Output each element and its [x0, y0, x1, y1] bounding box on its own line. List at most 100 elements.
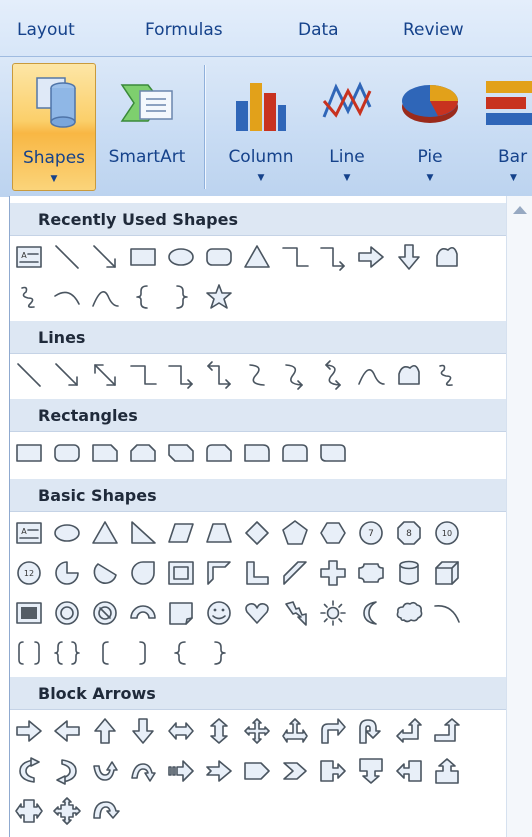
cube-shape-icon[interactable]	[428, 553, 466, 593]
rounded-rectangle-shape-icon[interactable]	[48, 433, 86, 473]
line-shape-icon[interactable]	[48, 237, 86, 277]
half-frame-shape-icon[interactable]	[200, 553, 238, 593]
diagonal-stripe-shape-icon[interactable]	[276, 553, 314, 593]
elbow-connector-shape-icon[interactable]	[276, 237, 314, 277]
folded-corner-shape-icon[interactable]	[162, 593, 200, 633]
cloud-shape-icon[interactable]	[390, 593, 428, 633]
donut-shape-icon[interactable]	[48, 593, 86, 633]
tab-formulas[interactable]: Formulas	[145, 20, 223, 40]
sun-shape-icon[interactable]	[314, 593, 352, 633]
rounded-rectangle-shape-icon[interactable]	[200, 237, 238, 277]
snip-round-rectangle-shape-icon[interactable]	[200, 433, 238, 473]
round-diagonal-corner-rectangle-shape-icon[interactable]	[314, 433, 352, 473]
left-arrow-callout-shape-icon[interactable]	[390, 751, 428, 791]
double-bracket-shape-icon[interactable]	[10, 633, 48, 673]
left-arrow-shape-icon[interactable]	[48, 711, 86, 751]
snip-diagonal-corner-rectangle-shape-icon[interactable]	[162, 433, 200, 473]
freeform-shape-icon[interactable]	[390, 355, 428, 395]
left-bracket-shape-icon[interactable]	[86, 633, 124, 673]
double-arrow-line-shape-icon[interactable]	[86, 355, 124, 395]
right-arrow-shape-icon[interactable]	[352, 237, 390, 277]
arrow-line-shape-icon[interactable]	[48, 355, 86, 395]
rectangle-shape-icon[interactable]	[124, 237, 162, 277]
left-up-arrow-shape-icon[interactable]	[390, 711, 428, 751]
triangle-shape-icon[interactable]	[238, 237, 276, 277]
u-turn-arrow-shape-icon[interactable]	[352, 711, 390, 751]
up-down-arrow-shape-icon[interactable]	[200, 711, 238, 751]
right-brace-shape-icon[interactable]	[200, 633, 238, 673]
pie-shape-icon[interactable]	[48, 553, 86, 593]
cross-shape-icon[interactable]	[314, 553, 352, 593]
heart-shape-icon[interactable]	[238, 593, 276, 633]
tab-review[interactable]: Review	[403, 20, 464, 40]
left-brace-shape-icon[interactable]	[162, 633, 200, 673]
up-arrow-shape-icon[interactable]	[86, 711, 124, 751]
curved-up-arrow-shape-icon[interactable]	[86, 751, 124, 791]
no-symbol-shape-icon[interactable]	[86, 593, 124, 633]
quad-arrow-shape-icon[interactable]	[238, 711, 276, 751]
oval-shape-icon[interactable]	[162, 237, 200, 277]
line-shape-icon[interactable]	[10, 355, 48, 395]
line-chart-button[interactable]: Line ▼	[310, 63, 384, 191]
right-triangle-shape-icon[interactable]	[124, 513, 162, 553]
elbow-arrow-connector-shape-icon[interactable]	[314, 237, 352, 277]
arc-shape-icon[interactable]	[428, 593, 466, 633]
heptagon-shape-icon[interactable]: 7	[352, 513, 390, 553]
chord-shape-icon[interactable]	[86, 553, 124, 593]
text-box-shape-icon[interactable]: A	[10, 237, 48, 277]
bent-arrow-shape-icon[interactable]	[314, 711, 352, 751]
right-arrow-shape-icon[interactable]	[10, 711, 48, 751]
curved-connector-shape-icon[interactable]	[238, 355, 276, 395]
bent-up-arrow-shape-icon[interactable]	[428, 711, 466, 751]
column-chart-button[interactable]: Column ▼	[216, 63, 306, 191]
elbow-connector-shape-icon[interactable]	[124, 355, 162, 395]
circular-arrow-shape-icon[interactable]	[86, 791, 124, 831]
star-shape-icon[interactable]	[200, 277, 238, 317]
left-right-arrow-shape-icon[interactable]	[162, 711, 200, 751]
curved-arrow-connector-shape-icon[interactable]	[276, 355, 314, 395]
tab-layout[interactable]: Layout	[17, 20, 75, 40]
shapes-button[interactable]: Shapes ▼	[12, 63, 96, 191]
bar-chart-button[interactable]: Bar ▼	[476, 63, 532, 191]
right-brace-shape-icon[interactable]	[162, 277, 200, 317]
pentagon-shape-icon[interactable]	[276, 513, 314, 553]
elbow-arrow-connector-shape-icon[interactable]	[162, 355, 200, 395]
frame-shape-icon[interactable]	[162, 553, 200, 593]
double-brace-shape-icon[interactable]	[48, 633, 86, 673]
round-same-side-corner-rectangle-shape-icon[interactable]	[276, 433, 314, 473]
lightning-bolt-shape-icon[interactable]	[276, 593, 314, 633]
bevel-shape-icon[interactable]	[10, 593, 48, 633]
tab-data[interactable]: Data	[298, 20, 339, 40]
down-arrow-shape-icon[interactable]	[390, 237, 428, 277]
dodecagon-shape-icon[interactable]: 12	[10, 553, 48, 593]
quad-arrow-callout-shape-icon[interactable]	[48, 791, 86, 831]
scribble-shape-icon[interactable]	[428, 355, 466, 395]
trapezoid-shape-icon[interactable]	[200, 513, 238, 553]
oval-shape-icon[interactable]	[48, 513, 86, 553]
decagon-shape-icon[interactable]: 10	[428, 513, 466, 553]
curved-down-arrow-shape-icon[interactable]	[124, 751, 162, 791]
pentagon-arrow-shape-icon[interactable]	[238, 751, 276, 791]
freeform-shape-icon[interactable]	[428, 237, 466, 277]
curved-double-arrow-connector-shape-icon[interactable]	[314, 355, 352, 395]
snip-single-corner-rectangle-shape-icon[interactable]	[86, 433, 124, 473]
curve-shape-icon[interactable]	[86, 277, 124, 317]
up-arrow-callout-shape-icon[interactable]	[428, 751, 466, 791]
curved-right-arrow-shape-icon[interactable]	[10, 751, 48, 791]
pie-chart-button[interactable]: Pie ▼	[390, 63, 470, 191]
can-shape-icon[interactable]	[390, 553, 428, 593]
left-brace-shape-icon[interactable]	[124, 277, 162, 317]
parallelogram-shape-icon[interactable]	[162, 513, 200, 553]
right-arrow-callout-shape-icon[interactable]	[314, 751, 352, 791]
l-shape-icon[interactable]	[238, 553, 276, 593]
rectangle-shape-icon[interactable]	[10, 433, 48, 473]
triangle-shape-icon[interactable]	[86, 513, 124, 553]
block-arc-shape-icon[interactable]	[124, 593, 162, 633]
diamond-shape-icon[interactable]	[238, 513, 276, 553]
plaque-shape-icon[interactable]	[352, 553, 390, 593]
smiley-face-shape-icon[interactable]	[200, 593, 238, 633]
scroll-up-arrow-icon[interactable]	[513, 206, 527, 214]
left-right-arrow-callout-shape-icon[interactable]	[10, 791, 48, 831]
curved-left-arrow-shape-icon[interactable]	[48, 751, 86, 791]
down-arrow-shape-icon[interactable]	[124, 711, 162, 751]
